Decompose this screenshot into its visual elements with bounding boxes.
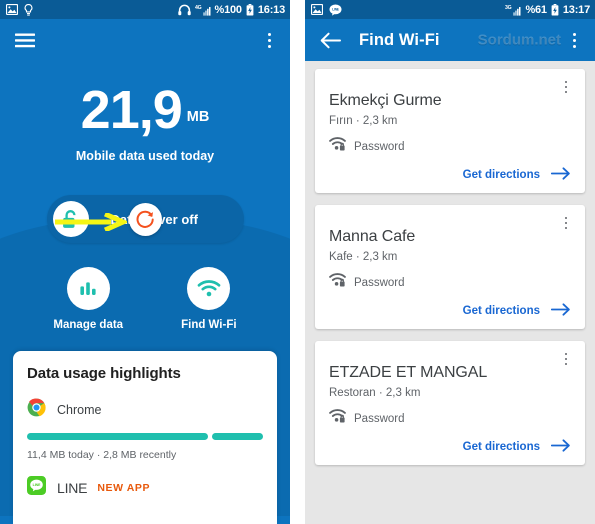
- chrome-usage-meta: 11,4 MB today · 2,8 MB recently: [27, 449, 177, 461]
- battery-icon: [246, 3, 254, 16]
- wifi-result-card[interactable]: Manna Cafe Kafe · 2,3 km Password Get di…: [315, 205, 585, 329]
- get-directions-label: Get directions: [462, 441, 540, 453]
- data-used-caption: Mobile data used today: [75, 149, 215, 163]
- chrome-usage-bar: [27, 433, 263, 440]
- wifi-lock-icon: [329, 137, 346, 156]
- wifi-security-label: Password: [354, 140, 405, 153]
- card-overflow-menu-icon[interactable]: [557, 350, 575, 368]
- status-bar-right: LINE 3G %61 13:17: [305, 0, 595, 19]
- clock-label: 13:17: [562, 3, 590, 16]
- card-overflow-menu-icon[interactable]: [557, 78, 575, 96]
- highlight-app-row-line[interactable]: LINE LINE NEW APP: [27, 476, 263, 500]
- battery-percent-label: %100: [214, 3, 243, 16]
- place-subtitle: Restoran · 2,3 km: [329, 387, 421, 399]
- battery-percent-label: %61: [525, 3, 547, 16]
- back-arrow-icon[interactable]: [315, 25, 345, 55]
- card-overflow-menu-icon[interactable]: [557, 214, 575, 232]
- place-subtitle: Fırın · 2,3 km: [329, 115, 398, 127]
- chrome-icon: [27, 398, 46, 422]
- refresh-icon[interactable]: [129, 203, 162, 236]
- wifi-result-card[interactable]: ETZADE ET MANGAL Restoran · 2,3 km Passw…: [315, 341, 585, 465]
- wifi-security-row: Password: [329, 273, 571, 292]
- wifi-results-list[interactable]: Ekmekçi Gurme Fırın · 2,3 km Password Ge…: [305, 61, 595, 524]
- hamburger-menu-icon[interactable]: [10, 25, 40, 55]
- yellow-arrow-icon: [55, 211, 130, 236]
- highlight-app-name: LINE: [57, 480, 88, 496]
- svg-text:LINE: LINE: [332, 7, 339, 11]
- data-used-headline: 21,9 MB: [0, 61, 290, 137]
- app-bar-left: [0, 19, 290, 61]
- headphones-icon: [177, 4, 191, 16]
- svg-text:4G: 4G: [195, 5, 202, 11]
- app-bar-right: Find Wi-Fi Sordum.net: [305, 19, 595, 61]
- highlight-app-row-chrome[interactable]: Chrome: [27, 398, 263, 422]
- quick-action-find-wifi[interactable]: Find Wi-Fi: [181, 267, 237, 331]
- wifi-security-label: Password: [354, 412, 405, 425]
- highlight-app-name: Chrome: [57, 403, 102, 417]
- signal-3g-icon: 3G: [505, 4, 521, 16]
- phone-right-find-wifi: LINE 3G %61 13:17 Find Wi-Fi Sordum.net …: [305, 0, 595, 524]
- usage-bar-segment-today: [27, 433, 208, 440]
- page-title: Find Wi-Fi: [359, 30, 440, 49]
- overflow-menu-icon[interactable]: [258, 25, 280, 55]
- battery-icon: [551, 3, 559, 16]
- screenshot-divider: [290, 0, 305, 524]
- status-bar-left: 4G %100 16:13: [0, 0, 290, 19]
- arrow-right-icon: [540, 303, 571, 319]
- image-icon: [311, 4, 323, 15]
- line-icon: LINE: [27, 476, 46, 500]
- quick-action-label: Find Wi-Fi: [181, 319, 237, 331]
- datally-home-body: 21,9 MB Mobile data used today Data off …: [0, 61, 290, 524]
- svg-text:3G: 3G: [505, 5, 512, 11]
- get-directions-label: Get directions: [462, 169, 540, 181]
- place-name: Manna Cafe: [329, 228, 416, 245]
- data-usage-highlights-card: Data usage highlights Chrome 11,4 MB tod…: [13, 351, 277, 524]
- clock-label: 16:13: [257, 3, 285, 16]
- get-directions-link[interactable]: Get directions: [329, 439, 571, 455]
- data-used-unit: MB: [186, 109, 210, 125]
- bar-chart-icon: [66, 267, 110, 310]
- wifi-lock-icon: [329, 409, 346, 428]
- get-directions-link[interactable]: Get directions: [329, 303, 571, 319]
- get-directions-label: Get directions: [462, 305, 540, 317]
- quick-actions-row: Manage data Find Wi-Fi: [0, 267, 290, 331]
- wifi-security-row: Password: [329, 409, 571, 428]
- wifi-icon: [187, 267, 231, 310]
- wifi-security-label: Password: [354, 276, 405, 289]
- data-used-amount: 21,9: [80, 80, 183, 140]
- site-watermark: Sordum.net: [477, 31, 561, 49]
- overflow-menu-icon[interactable]: [563, 25, 585, 55]
- signal-4g-icon: 4G: [195, 4, 211, 16]
- line-chat-icon: LINE: [329, 4, 342, 16]
- get-directions-link[interactable]: Get directions: [329, 167, 571, 183]
- refresh-button-wrapper[interactable]: [129, 203, 162, 236]
- arrow-right-icon: [540, 167, 571, 183]
- wifi-lock-icon: [329, 273, 346, 292]
- wifi-result-card[interactable]: Ekmekçi Gurme Fırın · 2,3 km Password Ge…: [315, 69, 585, 193]
- highlights-title: Data usage highlights: [27, 365, 181, 382]
- image-icon: [6, 4, 18, 15]
- place-name: ETZADE ET MANGAL: [329, 364, 488, 381]
- quick-action-label: Manage data: [53, 319, 124, 331]
- svg-text:LINE: LINE: [33, 483, 41, 487]
- arrow-right-icon: [540, 439, 571, 455]
- place-name: Ekmekçi Gurme: [329, 92, 442, 109]
- new-app-badge: NEW APP: [97, 482, 151, 494]
- quick-action-manage-data[interactable]: Manage data: [53, 267, 123, 331]
- dual-phone-screenshot: 4G %100 16:13 21,9 MB Mobile data used t…: [0, 0, 595, 524]
- usage-bar-segment-recent: [211, 433, 263, 440]
- wifi-security-row: Password: [329, 137, 571, 156]
- phone-left-datally-home: 4G %100 16:13 21,9 MB Mobile data used t…: [0, 0, 290, 524]
- lightbulb-icon: [24, 3, 33, 16]
- place-subtitle: Kafe · 2,3 km: [329, 251, 398, 263]
